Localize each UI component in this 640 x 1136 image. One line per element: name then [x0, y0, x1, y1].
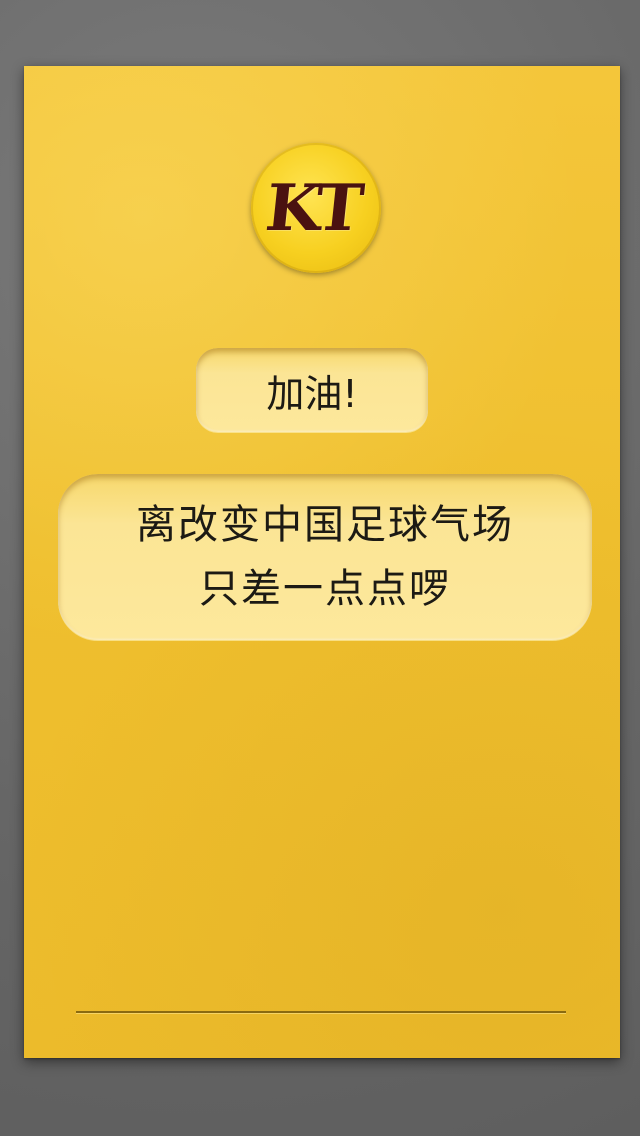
kt-logo-icon: KT [251, 143, 381, 273]
bottom-divider [76, 1011, 566, 1013]
message-line-1: 离改变中国足球气场 [136, 502, 514, 548]
cheer-text: 加油! [266, 371, 358, 416]
logo-text: KT [262, 170, 362, 246]
cheer-label: 加油! [196, 348, 428, 432]
message-line-2: 只差一点点啰 [199, 566, 451, 612]
message-box: 离改变中国足球气场 只差一点点啰 [58, 474, 592, 640]
